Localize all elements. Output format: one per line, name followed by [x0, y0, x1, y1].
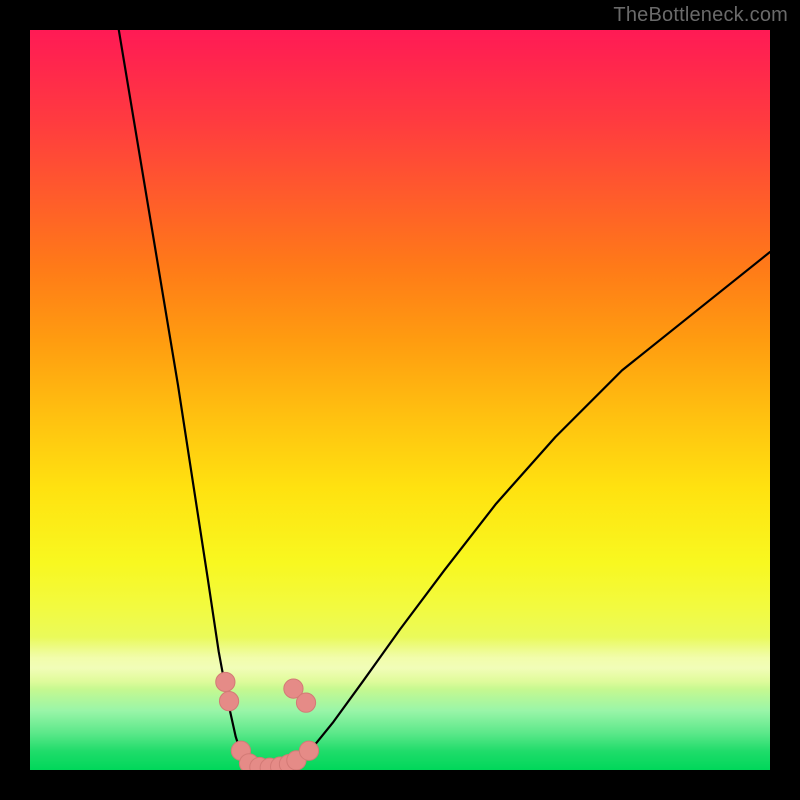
curve-group — [119, 30, 770, 768]
data-marker — [299, 741, 318, 760]
chart-frame: TheBottleneck.com — [0, 0, 800, 800]
watermark-text: TheBottleneck.com — [613, 4, 788, 27]
curve-svg — [30, 30, 770, 770]
data-marker — [296, 693, 315, 712]
data-marker — [216, 672, 235, 691]
plot-area — [30, 30, 770, 770]
bottleneck-curve — [119, 30, 770, 768]
data-marker — [219, 692, 238, 711]
